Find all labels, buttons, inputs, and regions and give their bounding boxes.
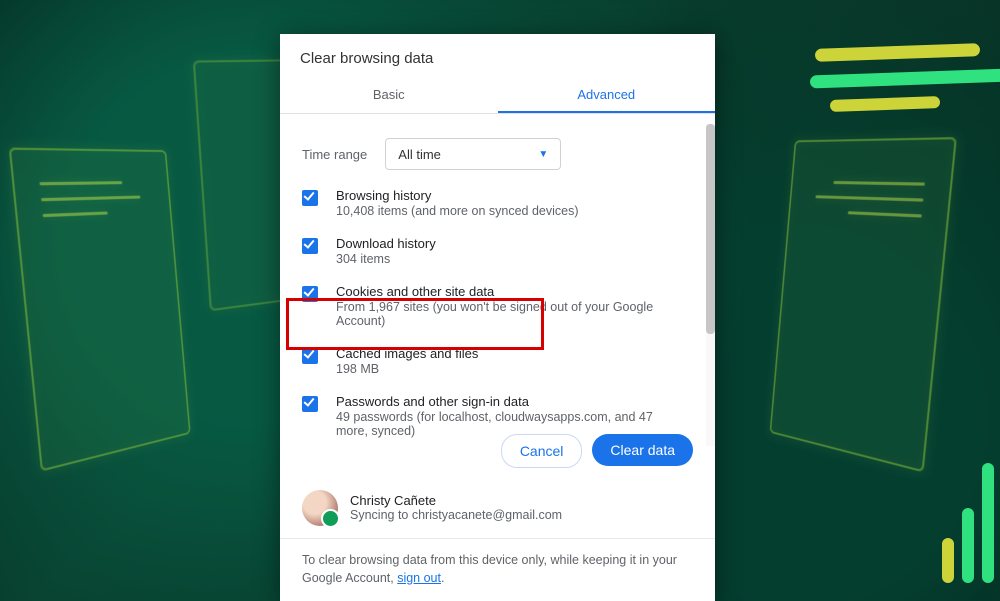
checkbox-checked-icon[interactable] bbox=[302, 190, 318, 206]
option-browsing-history[interactable]: Browsing history 10,408 items (and more … bbox=[302, 188, 684, 218]
chevron-down-icon: ▼ bbox=[538, 149, 548, 160]
option-subtitle: 304 items bbox=[336, 252, 436, 266]
decoration bbox=[982, 463, 994, 583]
time-range-select[interactable]: All time ▼ bbox=[385, 138, 561, 170]
tab-basic[interactable]: Basic bbox=[280, 77, 498, 113]
option-download-history[interactable]: Download history 304 items bbox=[302, 236, 684, 266]
profile-name: Christy Cañete bbox=[350, 493, 562, 508]
cancel-button[interactable]: Cancel bbox=[501, 434, 583, 468]
time-range-value: All time bbox=[398, 147, 441, 162]
option-title: Browsing history bbox=[336, 188, 579, 203]
profile-row: Christy Cañete Syncing to christyacanete… bbox=[302, 490, 693, 526]
sync-badge-icon bbox=[321, 509, 340, 528]
clear-browsing-data-dialog: Clear browsing data Basic Advanced Time … bbox=[280, 34, 715, 601]
clear-data-button[interactable]: Clear data bbox=[592, 434, 693, 466]
divider bbox=[280, 538, 715, 539]
time-range-label: Time range bbox=[302, 147, 367, 162]
decoration bbox=[9, 148, 191, 472]
options-scroll-area: Time range All time ▼ Browsing history 1… bbox=[280, 124, 706, 446]
checkbox-checked-icon[interactable] bbox=[302, 396, 318, 412]
scrollbar-thumb[interactable] bbox=[706, 124, 715, 334]
option-title: Download history bbox=[336, 236, 436, 251]
profile-sync-status: Syncing to christyacanete@gmail.com bbox=[350, 508, 562, 522]
decoration bbox=[962, 508, 974, 583]
option-title: Passwords and other sign-in data bbox=[336, 394, 684, 409]
option-title: Cookies and other site data bbox=[336, 284, 684, 299]
footer-note-text: To clear browsing data from this device … bbox=[302, 553, 677, 585]
checkbox-checked-icon[interactable] bbox=[302, 348, 318, 364]
option-title: Cached images and files bbox=[336, 346, 478, 361]
checkbox-checked-icon[interactable] bbox=[302, 238, 318, 254]
footer-note: To clear browsing data from this device … bbox=[302, 551, 693, 587]
time-range-row: Time range All time ▼ bbox=[302, 138, 684, 170]
footer-note-text: . bbox=[441, 571, 444, 585]
sign-out-link[interactable]: sign out bbox=[397, 571, 441, 585]
option-subtitle: 198 MB bbox=[336, 362, 478, 376]
dialog-footer: Cancel Clear data Christy Cañete Syncing… bbox=[280, 422, 715, 601]
avatar bbox=[302, 490, 338, 526]
option-subtitle: From 1,967 sites (you won't be signed ou… bbox=[336, 300, 684, 328]
decoration bbox=[942, 538, 954, 583]
option-cached-images[interactable]: Cached images and files 198 MB bbox=[302, 346, 684, 376]
dialog-title: Clear browsing data bbox=[280, 34, 715, 77]
option-subtitle: 10,408 items (and more on synced devices… bbox=[336, 204, 579, 218]
scrollbar-track[interactable] bbox=[706, 124, 715, 446]
checkbox-checked-icon[interactable] bbox=[302, 286, 318, 302]
tab-advanced[interactable]: Advanced bbox=[498, 77, 716, 113]
tabs: Basic Advanced bbox=[280, 77, 715, 114]
option-cookies[interactable]: Cookies and other site data From 1,967 s… bbox=[302, 284, 684, 328]
